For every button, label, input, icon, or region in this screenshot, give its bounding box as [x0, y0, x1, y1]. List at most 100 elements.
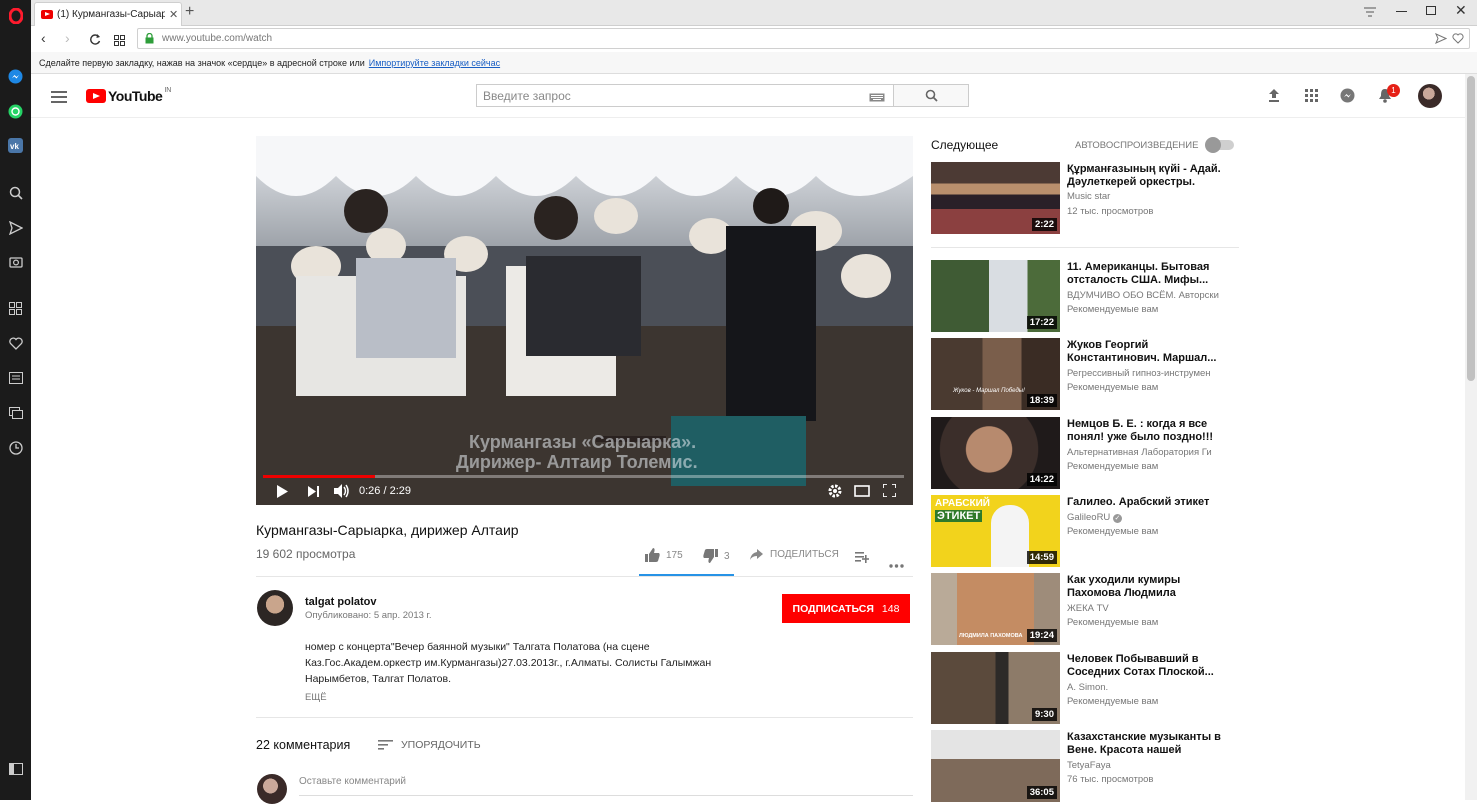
recommended-video[interactable]: 36:05 Казахстанские музыканты в Вене. Кр…: [931, 730, 1231, 802]
sort-label: УПОРЯДОЧИТЬ: [401, 739, 481, 751]
video-title: Курмангазы-Сарыарка, дирижер Алтаир: [256, 522, 519, 538]
send-icon[interactable]: [7, 219, 24, 236]
logo-text: YouTube: [108, 88, 163, 104]
hamburger-menu-icon[interactable]: [51, 90, 67, 108]
recommended-video[interactable]: 9:30 Человек Побывавший в Соседних Сотах…: [931, 652, 1231, 724]
search-input[interactable]: Введите запрос: [476, 84, 894, 107]
channel-name[interactable]: talgat polatov: [305, 596, 377, 608]
next-button[interactable]: [308, 486, 320, 500]
video-thumbnail: 9:30: [931, 652, 1060, 724]
channel-avatar[interactable]: [257, 590, 293, 626]
video-thumbnail: АРАБСКИЙ ЭТИКЕТ 14:59: [931, 495, 1060, 567]
messages-icon[interactable]: [1340, 88, 1355, 108]
upload-icon[interactable]: [1268, 88, 1280, 107]
recommended-video[interactable]: Жуков - Маршал Победы! 18:39 Жуков Георг…: [931, 338, 1231, 410]
close-window-button[interactable]: ✕: [1455, 2, 1467, 19]
tab-bar: (1) Курмангазы-Сарыарка, ✕ + ✕: [31, 0, 1477, 26]
recommended-video[interactable]: АРАБСКИЙ ЭТИКЕТ 14:59 Галилео. Арабский …: [931, 495, 1231, 567]
volume-icon[interactable]: [334, 484, 350, 501]
browser-tab[interactable]: (1) Курмангазы-Сарыарка, ✕: [34, 2, 182, 26]
video-title: Немцов Б. Е. : когда я все понял! уже бы…: [1067, 418, 1214, 443]
settings-gear-icon[interactable]: [828, 484, 842, 501]
progress-track[interactable]: [263, 475, 904, 478]
fullscreen-icon[interactable]: [882, 483, 897, 500]
apps-grid-icon[interactable]: [1305, 89, 1318, 107]
keyboard-icon[interactable]: [869, 91, 885, 105]
close-tab-icon[interactable]: ✕: [169, 8, 178, 21]
user-avatar[interactable]: [1418, 84, 1442, 108]
video-thumbnail: Жуков - Маршал Победы! 18:39: [931, 338, 1060, 410]
recommended-video[interactable]: 17:22 11. Американцы. Бытовая отсталость…: [931, 260, 1231, 332]
show-more-button[interactable]: ЕЩЁ: [305, 692, 327, 703]
heart-icon[interactable]: [7, 335, 24, 352]
secure-lock-icon: [145, 32, 154, 47]
tab-title: (1) Курмангазы-Сарыарка,: [57, 9, 165, 20]
search-icon[interactable]: [7, 184, 24, 201]
notification-badge: 1: [1387, 84, 1400, 97]
verified-icon: ✓: [1112, 514, 1122, 523]
messenger-icon[interactable]: [7, 68, 24, 85]
video-title: Казахстанские музыканты в Вене. Красота …: [1067, 731, 1221, 756]
maximize-button[interactable]: [1426, 6, 1436, 15]
video-title: Құрманғазының күйі - Адай. Дәулеткерей о…: [1067, 163, 1221, 188]
video-meta: Рекомендуемые вам: [1067, 304, 1159, 315]
description-line: Нарымбетов, Талгат Полатов.: [305, 673, 452, 685]
autoplay-toggle[interactable]: [1205, 137, 1234, 153]
comment-input[interactable]: Оставьте комментарий: [299, 776, 913, 796]
channel-name: TetyaFaya: [1067, 760, 1111, 771]
video-meta: Рекомендуемые вам: [1067, 382, 1159, 393]
like-button[interactable]: 175: [645, 548, 683, 562]
subscribe-button[interactable]: ПОДПИСАТЬСЯ 148: [782, 594, 910, 623]
bookmark-heart-icon[interactable]: [1452, 33, 1464, 47]
reload-icon[interactable]: [89, 32, 101, 50]
add-to-playlist-icon[interactable]: [855, 550, 869, 568]
theater-mode-icon[interactable]: [854, 485, 870, 500]
video-meta: Рекомендуемые вам: [1067, 617, 1159, 628]
back-button[interactable]: ‹: [41, 30, 46, 46]
share-button[interactable]: ПОДЕЛИТЬСЯ: [750, 549, 839, 560]
import-bookmarks-link[interactable]: Импортируйте закладки сейчас: [369, 58, 500, 68]
news-icon[interactable]: [7, 369, 24, 386]
send-page-icon[interactable]: [1435, 33, 1448, 47]
autoplay-label: АВТОВОСПРОИЗВЕДЕНИЕ: [1075, 140, 1199, 151]
channel-name: A. Simon.: [1067, 682, 1109, 693]
opera-logo-icon[interactable]: [7, 7, 24, 24]
channel-name: ЖЕКА TV: [1067, 603, 1109, 614]
recommended-video[interactable]: 2:22 Құрманғазының күйі - Адай. Дәулетке…: [931, 162, 1231, 234]
speed-dial-icon[interactable]: [7, 300, 24, 317]
address-row: ‹ › www.youtube.com/watch: [31, 26, 1477, 52]
recommended-video[interactable]: 14:22 Немцов Б. Е. : когда я все понял! …: [931, 417, 1231, 489]
address-bar[interactable]: www.youtube.com/watch: [137, 28, 1470, 49]
thumbs-down-icon: [703, 549, 718, 563]
whatsapp-icon[interactable]: [7, 103, 24, 120]
history-icon[interactable]: [7, 439, 24, 456]
play-button[interactable]: [276, 485, 288, 501]
minimize-button[interactable]: [1396, 11, 1407, 12]
sort-comments-button[interactable]: УПОРЯДОЧИТЬ: [378, 739, 481, 751]
page-scrollbar[interactable]: [1465, 74, 1477, 800]
publish-date: Опубликовано: 5 апр. 2013 г.: [305, 610, 432, 621]
tab-menu-icon[interactable]: [1364, 5, 1376, 23]
video-title: Галилео. Арабский этикет: [1067, 496, 1210, 508]
video-overlay-line2: Дирижер- Алтаир Толемис.: [456, 452, 698, 472]
youtube-logo[interactable]: YouTube IN: [86, 87, 171, 104]
progress-fill: [263, 475, 375, 478]
speed-dial-button[interactable]: [114, 33, 125, 51]
tabs-sync-icon[interactable]: [7, 404, 24, 421]
sidebar-toggle-icon[interactable]: [7, 760, 24, 777]
video-player[interactable]: Курмангазы «Сарыарка». Дирижер- Алтаир Т…: [256, 136, 913, 505]
share-label: ПОДЕЛИТЬСЯ: [770, 549, 839, 560]
comment-count: 22 комментария: [256, 738, 351, 752]
new-tab-button[interactable]: +: [185, 3, 194, 21]
recommended-video[interactable]: ЛЮДМИЛА ПАХОМОВА 19:24 Как уходили кумир…: [931, 573, 1231, 645]
dislike-button[interactable]: 3: [703, 549, 730, 563]
more-actions-icon[interactable]: [889, 555, 904, 573]
video-duration: 2:22: [1031, 218, 1057, 231]
search-button[interactable]: [894, 84, 969, 107]
scrollbar-thumb[interactable]: [1467, 76, 1475, 381]
camera-icon[interactable]: [7, 253, 24, 270]
vk-icon[interactable]: vk: [7, 137, 24, 154]
forward-button[interactable]: ›: [65, 30, 70, 46]
description: номер с концерта"Вечер баянной музыки" Т…: [305, 639, 755, 687]
subscriber-count: 148: [881, 602, 900, 615]
